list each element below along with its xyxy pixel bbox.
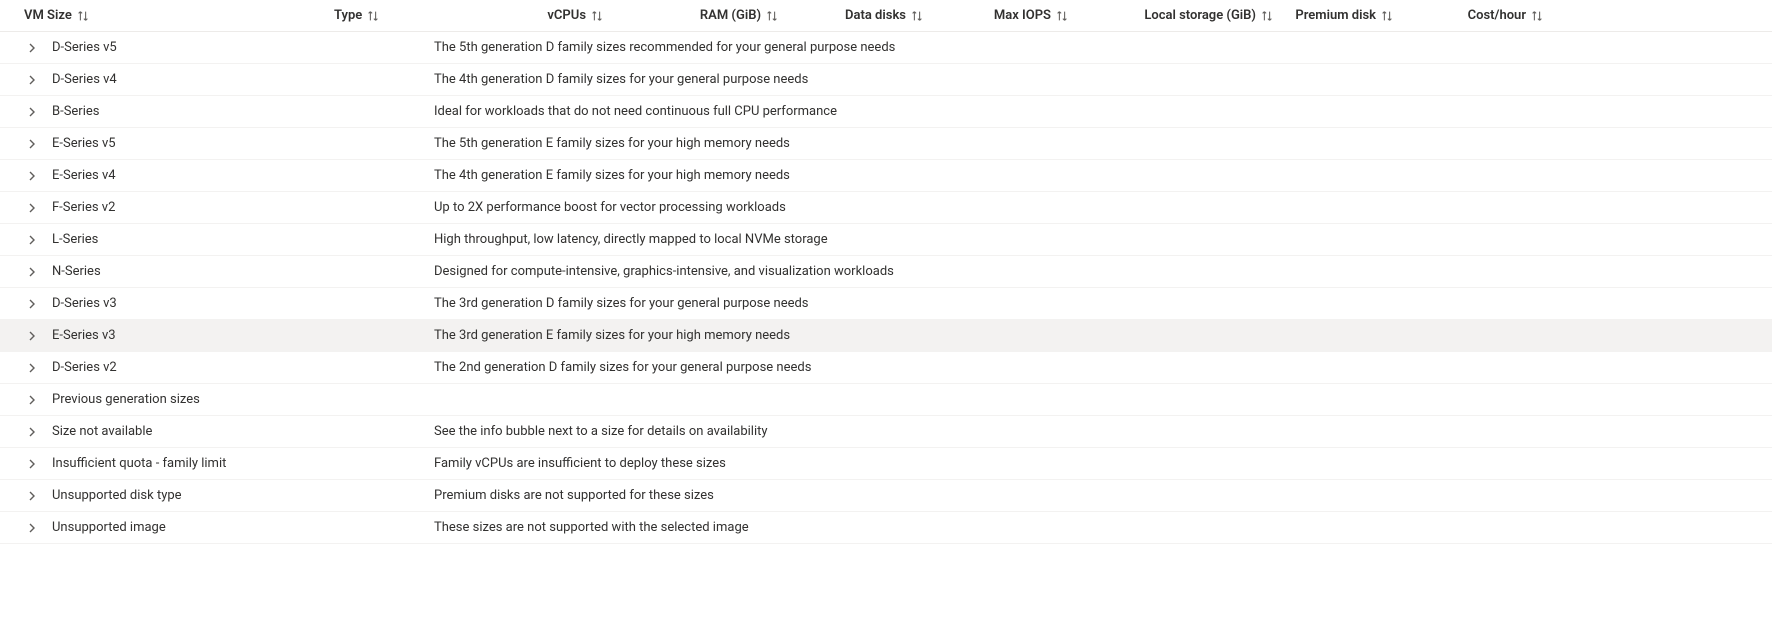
table-body: D-Series v5The 5th generation D family s… [0,32,1772,544]
row-name: Insufficient quota - family limit [52,456,434,471]
table-row[interactable]: D-Series v3The 3rd generation D family s… [0,288,1772,320]
sort-icon [1530,9,1544,23]
column-header-premium-disk[interactable]: Premium disk [1274,8,1394,23]
chevron-right-icon[interactable] [24,200,40,216]
row-name: Unsupported disk type [52,488,434,503]
column-header-vcpus[interactable]: vCPUs [434,8,604,23]
table-row[interactable]: E-Series v3The 3rd generation E family s… [0,320,1772,352]
row-description: Premium disks are not supported for thes… [434,488,1772,503]
row-description: The 5th generation E family sizes for yo… [434,136,1772,151]
row-name: Size not available [52,424,434,439]
column-header-cost[interactable]: Cost/hour [1394,8,1544,23]
row-description: See the info bubble next to a size for d… [434,424,1772,439]
column-label: Max IOPS [994,8,1051,23]
column-header-data-disks[interactable]: Data disks [779,8,924,23]
row-description: Family vCPUs are insufficient to deploy … [434,456,1772,471]
table-header-row: VM Size Type vCPUs [0,0,1772,32]
chevron-right-icon[interactable] [24,168,40,184]
chevron-right-icon[interactable] [24,104,40,120]
row-name: Previous generation sizes [52,392,434,407]
column-label: Premium disk [1295,8,1376,23]
chevron-right-icon[interactable] [24,456,40,472]
row-description: The 3rd generation E family sizes for yo… [434,328,1772,343]
table-row[interactable]: B-SeriesIdeal for workloads that do not … [0,96,1772,128]
table-row[interactable]: E-Series v5The 5th generation E family s… [0,128,1772,160]
row-name: E-Series v5 [52,136,434,151]
row-description: The 4th generation D family sizes for yo… [434,72,1772,87]
chevron-right-icon[interactable] [24,328,40,344]
table-row[interactable]: D-Series v5The 5th generation D family s… [0,32,1772,64]
column-label: Type [334,8,362,23]
chevron-right-icon[interactable] [24,136,40,152]
column-label: vCPUs [547,8,586,23]
column-label: RAM (GiB) [700,8,761,23]
chevron-right-icon[interactable] [24,360,40,376]
column-header-ram[interactable]: RAM (GiB) [604,8,779,23]
chevron-right-icon[interactable] [24,72,40,88]
table-row[interactable]: N-SeriesDesigned for compute-intensive, … [0,256,1772,288]
table-row[interactable]: L-SeriesHigh throughput, low latency, di… [0,224,1772,256]
column-header-vmsize[interactable]: VM Size [24,8,334,23]
sort-icon [76,9,90,23]
column-label: Cost/hour [1468,8,1526,23]
chevron-right-icon[interactable] [24,424,40,440]
table-row[interactable]: Unsupported imageThese sizes are not sup… [0,512,1772,544]
chevron-right-icon[interactable] [24,232,40,248]
table-row[interactable]: Size not availableSee the info bubble ne… [0,416,1772,448]
row-name: E-Series v4 [52,168,434,183]
column-label: Data disks [845,8,906,23]
row-description: The 4th generation E family sizes for yo… [434,168,1772,183]
chevron-right-icon[interactable] [24,488,40,504]
row-name: D-Series v3 [52,296,434,311]
sort-icon [765,9,779,23]
table-row[interactable]: Previous generation sizes [0,384,1772,416]
row-name: E-Series v3 [52,328,434,343]
row-description: High throughput, low latency, directly m… [434,232,1772,247]
row-description: Ideal for workloads that do not need con… [434,104,1772,119]
chevron-right-icon[interactable] [24,392,40,408]
row-name: N-Series [52,264,434,279]
row-description: Up to 2X performance boost for vector pr… [434,200,1772,215]
chevron-right-icon[interactable] [24,40,40,56]
sort-icon [1380,9,1394,23]
sort-icon [1260,9,1274,23]
vm-size-table: VM Size Type vCPUs [0,0,1772,544]
row-name: L-Series [52,232,434,247]
table-row[interactable]: Unsupported disk typePremium disks are n… [0,480,1772,512]
table-row[interactable]: F-Series v2Up to 2X performance boost fo… [0,192,1772,224]
column-label: Local storage (GiB) [1144,8,1256,23]
chevron-right-icon[interactable] [24,520,40,536]
chevron-right-icon[interactable] [24,264,40,280]
row-name: D-Series v5 [52,40,434,55]
table-row[interactable]: Insufficient quota - family limitFamily … [0,448,1772,480]
column-header-local-storage[interactable]: Local storage (GiB) [1069,8,1274,23]
row-name: D-Series v4 [52,72,434,87]
row-name: B-Series [52,104,434,119]
column-header-type[interactable]: Type [334,8,434,23]
table-row[interactable]: E-Series v4The 4th generation E family s… [0,160,1772,192]
sort-icon [590,9,604,23]
row-description: The 5th generation D family sizes recomm… [434,40,1772,55]
column-header-max-iops[interactable]: Max IOPS [924,8,1069,23]
sort-icon [366,9,380,23]
sort-icon [910,9,924,23]
row-description: These sizes are not supported with the s… [434,520,1772,535]
row-name: Unsupported image [52,520,434,535]
row-name: F-Series v2 [52,200,434,215]
chevron-right-icon[interactable] [24,296,40,312]
column-label: VM Size [24,8,72,23]
table-row[interactable]: D-Series v2The 2nd generation D family s… [0,352,1772,384]
row-description: The 3rd generation D family sizes for yo… [434,296,1772,311]
row-description: Designed for compute-intensive, graphics… [434,264,1772,279]
sort-icon [1055,9,1069,23]
table-row[interactable]: D-Series v4The 4th generation D family s… [0,64,1772,96]
row-name: D-Series v2 [52,360,434,375]
row-description: The 2nd generation D family sizes for yo… [434,360,1772,375]
